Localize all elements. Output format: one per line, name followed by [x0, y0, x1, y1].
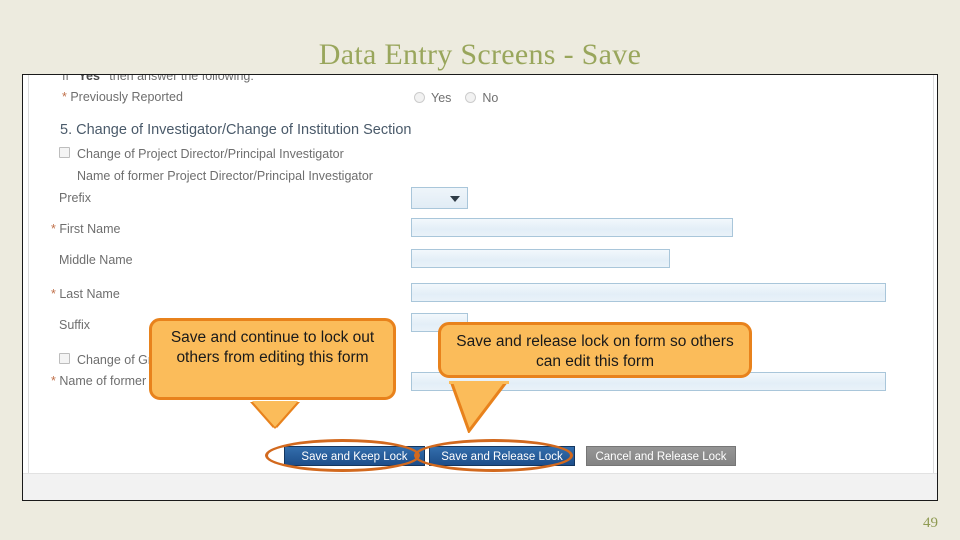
radio-yes[interactable] — [414, 92, 425, 104]
callout-save-release-lock: Save and release lock on form so others … — [438, 322, 752, 433]
previously-reported-label: * Previously Reported — [62, 90, 183, 104]
embedded-screenshot: If "Yes" then answer the following: * Pr… — [22, 74, 938, 501]
callout-save-release-lock-text: Save and release lock on form so others … — [456, 333, 734, 371]
prefix-label: Prefix — [59, 191, 91, 205]
checkbox-change-of-grantee-label: Change of Gra — [77, 353, 159, 367]
first-name-text: First Name — [55, 222, 121, 236]
section-heading: 5. Change of Investigator/Change of Inst… — [60, 122, 412, 138]
callout-tail-slant — [449, 381, 509, 433]
highlight-ellipse-save-keep-lock — [265, 439, 420, 472]
slide-page-number: 49 — [923, 515, 938, 531]
checkbox-change-of-grantee[interactable] — [59, 353, 70, 364]
first-name-label: * First Name — [51, 222, 120, 236]
first-name-input[interactable] — [411, 218, 733, 237]
previously-reported-radio-group[interactable]: Yes No — [414, 89, 512, 107]
form-footer-strip — [23, 473, 937, 500]
name-of-former-grantee-label: * Name of former — [51, 374, 146, 388]
middle-name-label: Middle Name — [59, 253, 133, 267]
last-name-label: * Last Name — [51, 287, 120, 301]
if-yes-prefix: If — [62, 75, 73, 83]
callout-save-keep-lock-text: Save and continue to lock out others fro… — [170, 329, 375, 367]
chevron-down-icon — [450, 196, 460, 202]
highlight-ellipse-save-release-lock — [414, 439, 573, 472]
suffix-label: Suffix — [59, 318, 91, 332]
radio-no[interactable] — [465, 92, 477, 104]
page-title: Data Entry Screens - Save — [318, 38, 642, 71]
callout-tail-down — [252, 401, 298, 427]
previously-reported-text: Previously Reported — [66, 90, 183, 104]
name-of-former-pi-label: Name of former Project Director/Principa… — [77, 169, 373, 183]
middle-name-input[interactable] — [411, 249, 670, 268]
checkbox-change-of-pi-label: Change of Project Director/Principal Inv… — [77, 147, 344, 161]
cancel-and-release-lock-button[interactable]: Cancel and Release Lock — [586, 446, 736, 466]
radio-no-label: No — [482, 90, 499, 105]
last-name-text: Last Name — [55, 287, 120, 301]
if-yes-quoted: "Yes" — [72, 75, 106, 83]
name-of-former-grantee-text: Name of former — [55, 374, 147, 388]
checkbox-change-of-pi[interactable] — [59, 147, 70, 158]
radio-yes-label: Yes — [431, 90, 452, 105]
if-yes-suffix: then answer the following: — [105, 75, 254, 83]
if-yes-instruction: If "Yes" then answer the following: — [62, 75, 254, 83]
callout-save-keep-lock: Save and continue to lock out others fro… — [149, 318, 396, 427]
last-name-input[interactable] — [411, 283, 886, 302]
prefix-select[interactable] — [411, 187, 468, 209]
